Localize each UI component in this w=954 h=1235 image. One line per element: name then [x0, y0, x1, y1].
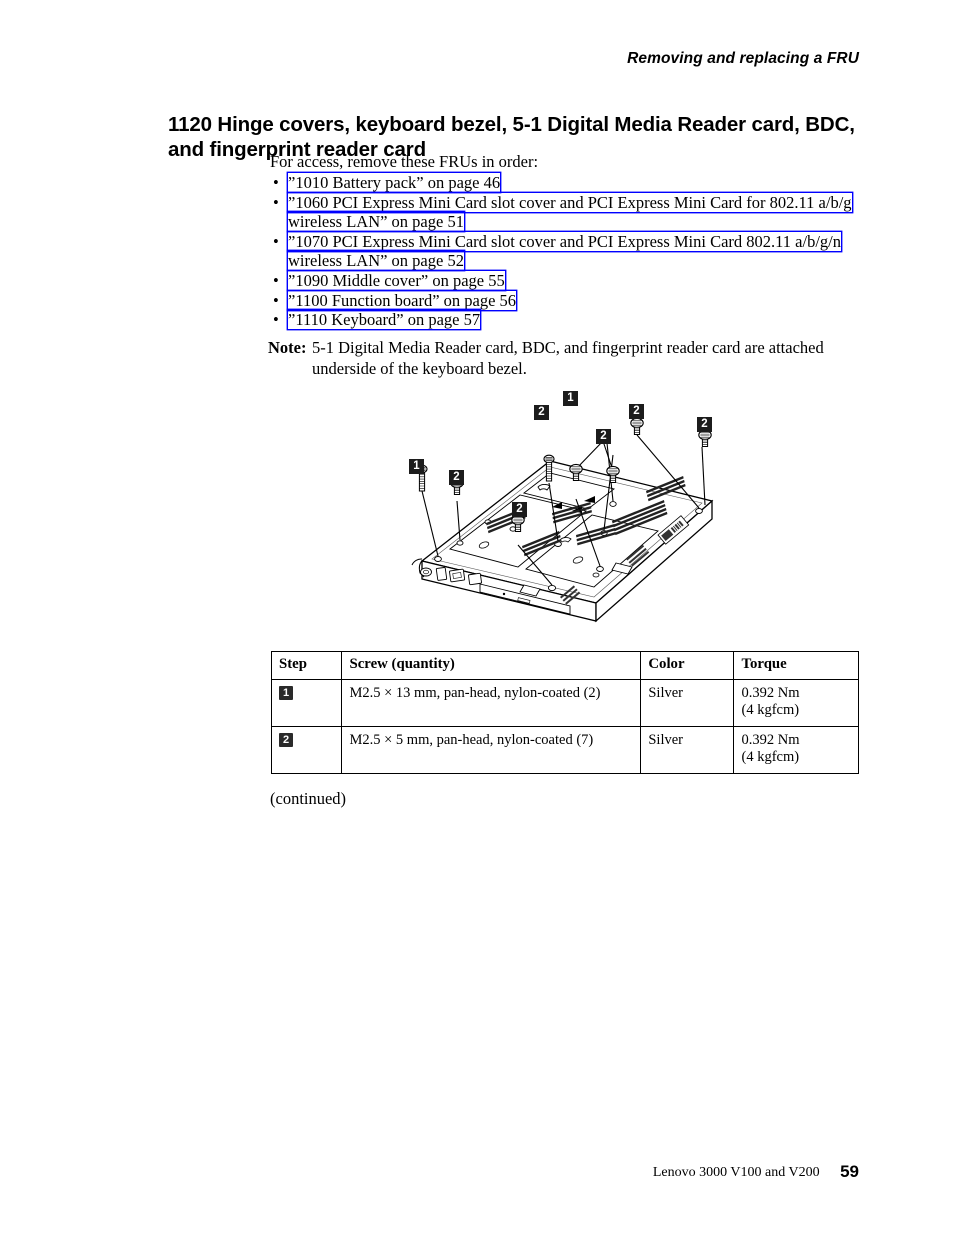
laptop-bottom-illustration: 1 2 1 2 2 2 2 2 [400, 383, 740, 635]
fru-access-section: For access, remove these FRUs in order: … [270, 152, 860, 330]
figure-callout-badge-2-far-right: 2 [697, 417, 712, 432]
table-row: 2 M2.5 × 5 mm, pan-head, nylon-coated (7… [270, 725, 859, 774]
figure-callout-badge-2-upper-center: 2 [534, 405, 549, 420]
column-header-screw: Screw (quantity) [341, 651, 642, 680]
fru-link-1090-middle-cover[interactable]: ”1090 Middle cover” on page 55 [288, 271, 505, 290]
cell-step: 2 [270, 725, 343, 774]
screw-2-far-right [698, 429, 712, 448]
fru-link-1110-keyboard[interactable]: ”1110 Keyboard” on page 57 [288, 310, 480, 329]
bullet-icon: • [273, 231, 279, 251]
figure-callout-badge-1-left: 1 [409, 459, 424, 474]
list-item: • ”1060 PCI Express Mini Card slot cover… [270, 193, 860, 232]
bullet-icon: • [273, 270, 279, 290]
bullet-icon: • [273, 173, 279, 192]
continued-label: (continued) [270, 789, 347, 808]
torque-unit-alt: (4 kgfcm) [741, 702, 800, 718]
cell-step: 1 [270, 678, 343, 727]
fru-link-1060-pci-express-mini-card-abg[interactable]: ”1060 PCI Express Mini Card slot cover a… [288, 193, 852, 232]
column-header-torque: Torque [733, 651, 859, 680]
torque-value: 0.392 Nm [741, 731, 800, 748]
list-item: • ”1110 Keyboard” on page 57 [270, 310, 860, 330]
list-item: • ”1090 Middle cover” on page 55 [270, 271, 860, 291]
cell-color: Silver [640, 725, 735, 774]
fru-prerequisite-list: • ”1010 Battery pack” on page 46 • ”1060… [270, 173, 860, 330]
table-header-row: Step Screw (quantity) Color Torque [270, 651, 859, 680]
list-item: • ”1070 PCI Express Mini Card slot cover… [270, 232, 860, 271]
cell-torque: 0.392 Nm (4 kgfcm) [733, 678, 859, 727]
column-header-step: Step [270, 651, 343, 680]
step-badge-2: 2 [279, 732, 293, 747]
fru-link-1010-battery-pack[interactable]: ”1010 Battery pack” on page 46 [288, 173, 500, 192]
screw-2-right-upper [630, 417, 644, 436]
intro-text: For access, remove these FRUs in order: [270, 152, 539, 171]
bullet-icon: • [273, 192, 279, 212]
page-number: 59 [840, 1162, 859, 1181]
screw-specification-table: Step Screw (quantity) Color Torque 1 M2.… [270, 651, 859, 774]
list-item: • ”1010 Battery pack” on page 46 [270, 173, 860, 193]
bullet-icon: • [273, 310, 279, 330]
note-label: Note: [268, 338, 307, 357]
table-row: 1 M2.5 × 13 mm, pan-head, nylon-coated (… [270, 678, 859, 727]
figure-callout-badge-2-left: 2 [449, 470, 464, 485]
cell-color: Silver [640, 678, 735, 727]
cell-torque: 0.392 Nm (4 kgfcm) [733, 725, 859, 774]
laptop-bottom-diagram [411, 417, 714, 623]
page-footer: Lenovo 3000 V100 and V200 59 [653, 1162, 859, 1182]
figure-callout-badge-2-center-branch: 2 [596, 429, 611, 444]
figure-callout-badge-2-front: 2 [512, 502, 527, 517]
column-header-color: Color [640, 651, 735, 680]
note-text: 5-1 Digital Media Reader card, BDC, and … [312, 338, 824, 378]
step-badge-1: 1 [279, 685, 293, 700]
cell-screw: M2.5 × 5 mm, pan-head, nylon-coated (7) [341, 725, 642, 774]
note-block: Note: 5-1 Digital Media Reader card, BDC… [268, 337, 848, 379]
fru-link-1100-function-board[interactable]: ”1100 Function board” on page 56 [288, 291, 516, 310]
torque-value: 0.392 Nm [741, 684, 800, 701]
cell-screw: M2.5 × 13 mm, pan-head, nylon-coated (2) [341, 678, 642, 727]
fru-link-1070-pci-express-mini-card-abgn[interactable]: ”1070 PCI Express Mini Card slot cover a… [288, 232, 841, 271]
figure-callout-badge-1-center: 1 [563, 391, 578, 406]
bullet-icon: • [273, 290, 279, 310]
torque-unit-alt: (4 kgfcm) [741, 749, 800, 765]
footer-product-name: Lenovo 3000 V100 and V200 [652, 1165, 820, 1180]
figure-callout-badge-2-right-upper: 2 [629, 404, 644, 419]
list-item: • ”1100 Function board” on page 56 [270, 291, 860, 311]
running-header: Removing and replacing a FRU [627, 50, 859, 67]
